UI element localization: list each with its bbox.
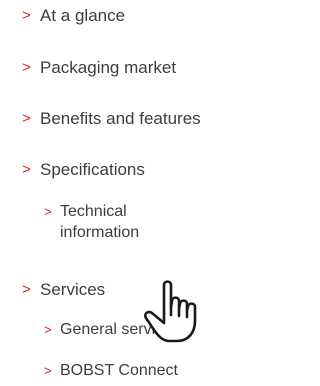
- nav-item-label: Technical information: [60, 203, 140, 241]
- nav-item-label: General services: [60, 321, 181, 338]
- nav-item-at-a-glance[interactable]: > At a glance: [22, 5, 125, 27]
- nav-subitem-technical-information[interactable]: > Technical information: [44, 201, 170, 243]
- nav-item-label: Packaging market: [40, 58, 177, 77]
- nav-subitem-bobst-connect[interactable]: > BOBST Connect: [44, 360, 178, 382]
- nav-item-services[interactable]: > Services: [22, 279, 105, 301]
- nav-subitem-general-services[interactable]: > General services: [44, 319, 180, 341]
- nav-item-label: Specifications: [40, 160, 145, 179]
- chevron-right-icon: >: [22, 161, 31, 178]
- section-navigation: > At a glance > Packaging market > Benef…: [0, 0, 274, 386]
- nav-item-specifications[interactable]: > Specifications: [22, 159, 145, 181]
- chevron-right-icon: >: [22, 7, 31, 24]
- nav-item-label: At a glance: [40, 6, 126, 25]
- chevron-right-icon: >: [22, 59, 31, 76]
- chevron-right-icon: >: [44, 204, 52, 219]
- nav-item-label: BOBST Connect: [60, 362, 178, 379]
- chevron-right-icon: >: [22, 110, 31, 127]
- nav-item-packaging-market[interactable]: > Packaging market: [22, 57, 176, 79]
- nav-item-label: Services: [40, 280, 106, 299]
- chevron-right-icon: >: [22, 281, 31, 298]
- chevron-right-icon: >: [44, 322, 52, 337]
- nav-item-label: Benefits and features: [40, 109, 201, 128]
- nav-item-benefits-and-features[interactable]: > Benefits and features: [22, 108, 201, 130]
- chevron-right-icon: >: [44, 363, 52, 378]
